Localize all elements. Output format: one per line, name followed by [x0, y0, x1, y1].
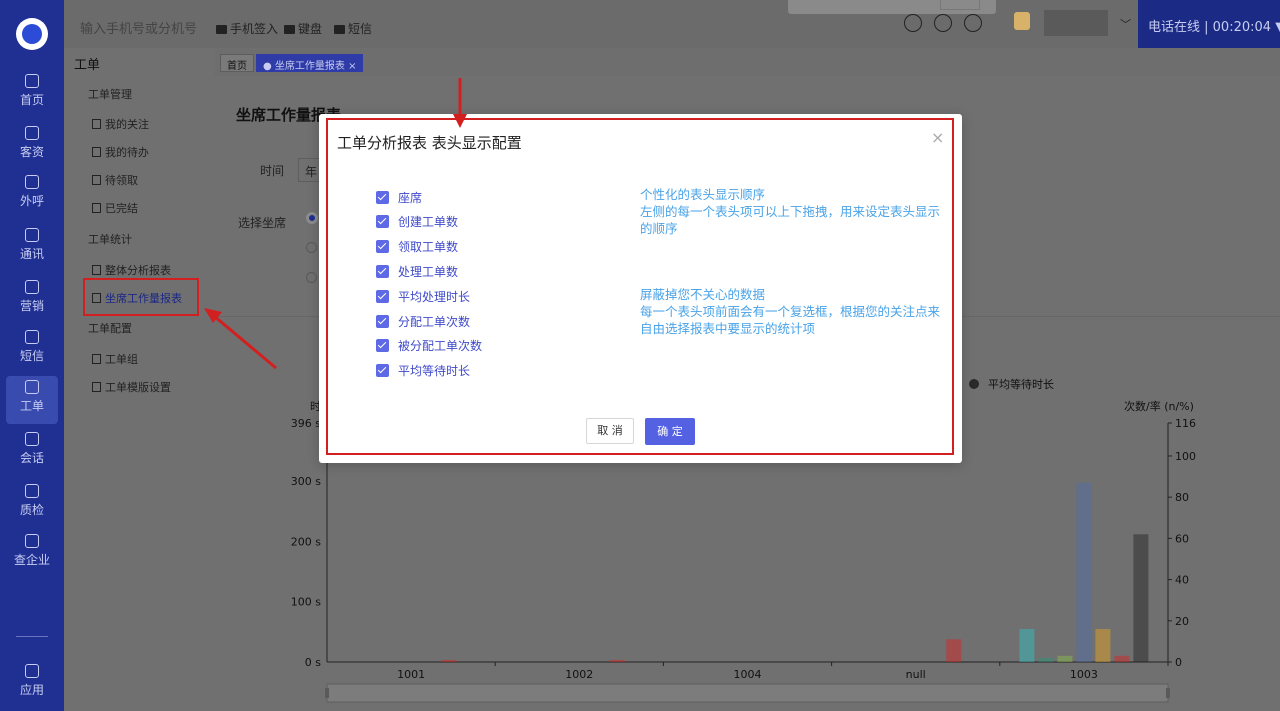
annotation-arrows — [204, 78, 467, 370]
arrow-to-menu-annotation — [204, 308, 277, 370]
arrow-down-annotation — [453, 78, 467, 128]
